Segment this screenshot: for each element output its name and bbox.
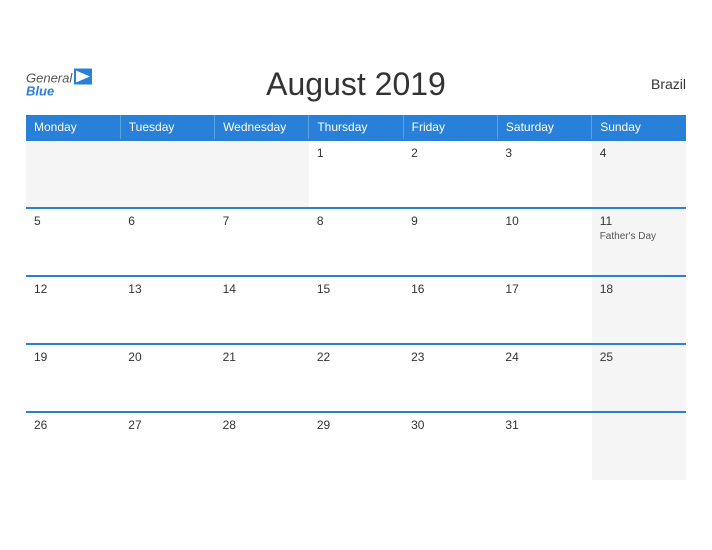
day-number: 1 [317,146,395,160]
day-number: 24 [505,350,583,364]
calendar-cell: 11 Father's Day [592,208,686,276]
calendar-cell: 4 [592,140,686,208]
calendar-week-4: 26 27 28 29 30 31 [26,412,686,480]
day-number: 27 [128,418,206,432]
calendar-cell: 10 [497,208,591,276]
calendar-cell: 19 [26,344,120,412]
calendar-cell: 15 [309,276,403,344]
day-number: 5 [34,214,112,228]
day-number: 15 [317,282,395,296]
calendar-cell: 20 [120,344,214,412]
day-number: 28 [223,418,301,432]
calendar-cell: 23 [403,344,497,412]
calendar-cell: 1 [309,140,403,208]
day-number: 25 [600,350,678,364]
weekday-header-monday: Monday [26,115,120,140]
calendar-cell [120,140,214,208]
calendar-cell: 12 [26,276,120,344]
day-number: 12 [34,282,112,296]
day-number: 4 [600,146,678,160]
calendar-container: General Blue August 2019 Brazil MondayTu… [11,56,701,495]
logo-blue-text: Blue [26,85,92,98]
logo-general-text: General [26,71,72,84]
calendar-cell: 30 [403,412,497,480]
calendar-cell [215,140,309,208]
calendar-header-row: MondayTuesdayWednesdayThursdayFridaySatu… [26,115,686,140]
calendar-cell: 8 [309,208,403,276]
day-number: 14 [223,282,301,296]
calendar-cell: 31 [497,412,591,480]
day-number: 10 [505,214,583,228]
calendar-cell: 26 [26,412,120,480]
calendar-title: August 2019 [266,66,446,103]
weekday-header-friday: Friday [403,115,497,140]
calendar-cell: 29 [309,412,403,480]
weekday-header-thursday: Thursday [309,115,403,140]
day-number: 31 [505,418,583,432]
weekday-header-tuesday: Tuesday [120,115,214,140]
weekday-header-wednesday: Wednesday [215,115,309,140]
calendar-cell: 17 [497,276,591,344]
calendar-week-2: 12 13 14 15 16 17 18 [26,276,686,344]
calendar-cell: 2 [403,140,497,208]
calendar-cell: 16 [403,276,497,344]
calendar-cell: 6 [120,208,214,276]
calendar-cell: 27 [120,412,214,480]
day-number: 2 [411,146,489,160]
holiday-label: Father's Day [600,231,678,242]
day-number: 7 [223,214,301,228]
calendar-header: General Blue August 2019 Brazil [26,66,686,103]
calendar-week-0: 1 2 3 4 [26,140,686,208]
calendar-week-1: 5 6 7 8 9 10 11 Father's Day [26,208,686,276]
calendar-table: MondayTuesdayWednesdayThursdayFridaySatu… [26,115,686,480]
weekday-header-sunday: Sunday [592,115,686,140]
day-number: 19 [34,350,112,364]
calendar-cell: 28 [215,412,309,480]
day-number: 18 [600,282,678,296]
day-number: 6 [128,214,206,228]
day-number: 30 [411,418,489,432]
day-number: 8 [317,214,395,228]
calendar-cell [26,140,120,208]
day-number: 22 [317,350,395,364]
calendar-cell: 5 [26,208,120,276]
logo: General Blue [26,71,92,98]
day-number: 16 [411,282,489,296]
calendar-cell: 9 [403,208,497,276]
calendar-cell: 24 [497,344,591,412]
day-number: 13 [128,282,206,296]
calendar-cell: 7 [215,208,309,276]
calendar-cell: 14 [215,276,309,344]
day-number: 11 [600,214,678,228]
calendar-cell: 3 [497,140,591,208]
day-number: 3 [505,146,583,160]
calendar-cell: 21 [215,344,309,412]
calendar-week-3: 19 20 21 22 23 24 25 [26,344,686,412]
day-number: 29 [317,418,395,432]
weekday-header-saturday: Saturday [497,115,591,140]
calendar-cell: 13 [120,276,214,344]
calendar-cell: 18 [592,276,686,344]
day-number: 21 [223,350,301,364]
logo-flag-icon [74,69,92,85]
day-number: 26 [34,418,112,432]
calendar-cell [592,412,686,480]
day-number: 17 [505,282,583,296]
day-number: 20 [128,350,206,364]
calendar-cell: 25 [592,344,686,412]
day-number: 23 [411,350,489,364]
country-label: Brazil [651,76,686,92]
day-number: 9 [411,214,489,228]
calendar-cell: 22 [309,344,403,412]
